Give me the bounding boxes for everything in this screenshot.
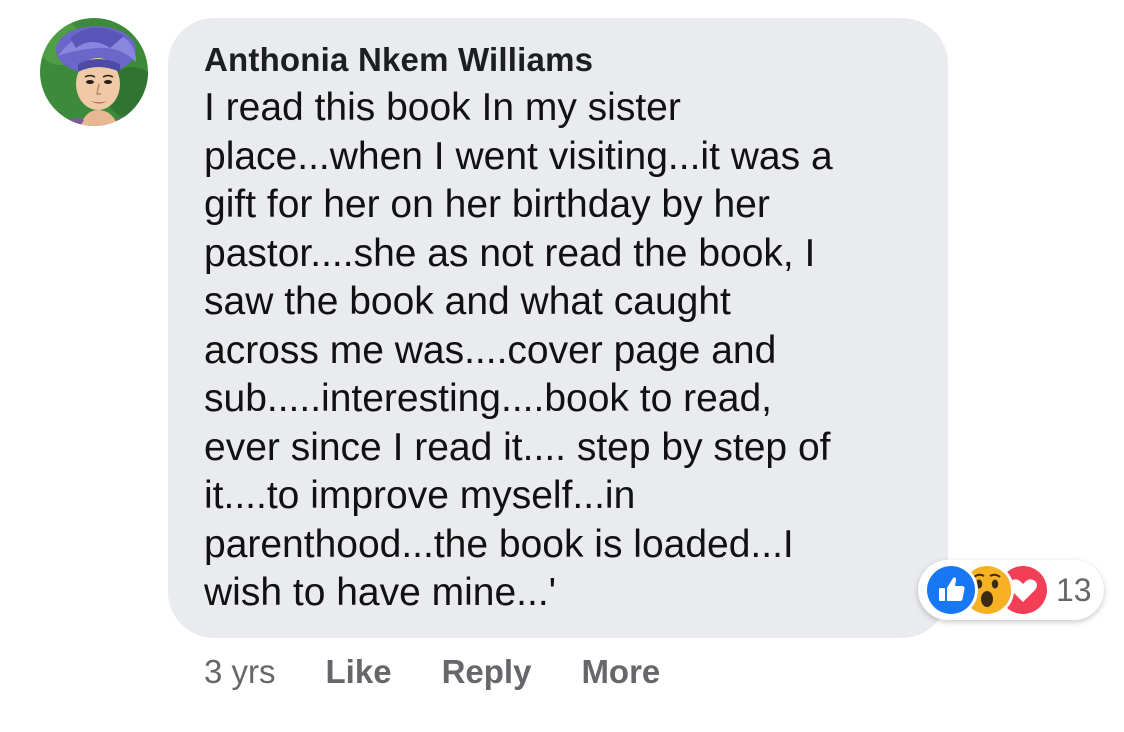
reply-button[interactable]: Reply [442, 650, 532, 694]
reactions-summary[interactable]: 13 [918, 560, 1104, 620]
comment-bubble: Anthonia Nkem Williams I read this book … [168, 18, 948, 638]
like-button[interactable]: Like [326, 650, 392, 694]
profile-avatar[interactable] [40, 18, 148, 126]
like-icon [924, 563, 978, 617]
comment-container: Anthonia Nkem Williams I read this book … [0, 0, 1124, 732]
comment-text: I read this book In my sister place...wh… [204, 86, 833, 614]
more-button[interactable]: More [581, 650, 660, 694]
avatar-image [40, 18, 148, 126]
comment-actions: 3 yrs Like Reply More [204, 650, 710, 694]
reaction-count: 13 [1056, 571, 1092, 608]
comment-timestamp[interactable]: 3 yrs [204, 650, 276, 694]
comment-author[interactable]: Anthonia Nkem Williams [204, 40, 918, 80]
